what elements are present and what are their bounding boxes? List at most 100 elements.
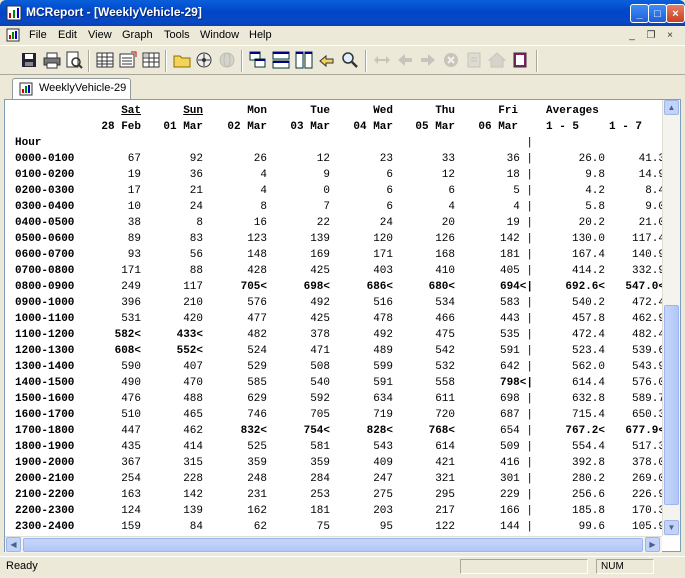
title-bar[interactable]: MCReport - [WeeklyVehicle-29] _ □ × <box>0 0 685 26</box>
table-cell: 130.0 <box>571 233 605 245</box>
table-cell: 359 <box>310 457 330 469</box>
table-cell: 84 <box>189 521 203 533</box>
table-cell: 229 | <box>499 489 533 501</box>
table-cell: 476 <box>121 393 141 405</box>
table-cell: 592 <box>310 393 330 405</box>
app-icon[interactable] <box>6 5 22 21</box>
table-cell: 315 <box>183 457 203 469</box>
table-cell: 24 <box>379 217 393 229</box>
scroll-down-button[interactable]: ▼ <box>664 520 679 535</box>
network-icon[interactable] <box>195 51 213 69</box>
table-cell: 170.3 <box>631 505 665 517</box>
menu-edit[interactable]: Edit <box>58 29 77 41</box>
table-cell: 38 <box>127 217 141 229</box>
table-cell: 144 | <box>499 521 533 533</box>
tab-weeklyvehicle-29[interactable]: WeeklyVehicle-29 <box>12 78 131 99</box>
header-averages: Averages <box>546 105 599 117</box>
cascade-windows-icon[interactable] <box>249 51 267 69</box>
sphere-icon[interactable] <box>218 51 236 69</box>
table-cell: 139 <box>183 505 203 517</box>
table-cell: 767.2< <box>565 425 605 437</box>
menu-file[interactable]: File <box>29 29 47 41</box>
folder-icon[interactable] <box>173 51 191 69</box>
menu-tools[interactable]: Tools <box>164 29 190 41</box>
table-cell: 425 <box>310 265 330 277</box>
table-cell: 162 <box>247 505 267 517</box>
table-row: 1300-1400 590 407 529 508 599 532 642 | 562.0 543… <box>5 361 665 375</box>
menu-window[interactable]: Window <box>200 29 239 41</box>
table-cell: 185.8 <box>571 505 605 517</box>
table-cell: 470 <box>183 377 203 389</box>
print-preview-icon[interactable] <box>65 51 83 69</box>
stop-icon[interactable] <box>442 51 460 69</box>
header-day: Thu <box>435 105 455 117</box>
maximize-button[interactable]: □ <box>648 4 667 23</box>
horizontal-scroll-thumb[interactable] <box>23 538 643 552</box>
table-cell: 123 <box>247 233 267 245</box>
hour-range-label: 0900-1000 <box>15 297 75 309</box>
move-icon[interactable] <box>373 51 391 69</box>
forward-arrow-icon[interactable] <box>419 51 437 69</box>
table-cell: 19 <box>127 169 141 181</box>
report-document[interactable]: Sat Sun Mon Tue Wed Thu Fri Averages 28 … <box>4 99 681 552</box>
horizontal-scrollbar[interactable]: ◀ ▶ <box>5 536 662 553</box>
table-cell: 407 <box>183 361 203 373</box>
child-minimize-button[interactable]: _ <box>624 29 640 43</box>
table-cell: 9.0 <box>645 201 665 213</box>
table-cell: 576.0 <box>631 377 665 389</box>
home-icon[interactable] <box>488 51 506 69</box>
table-cell: 692.6< <box>565 281 605 293</box>
scroll-thumb[interactable] <box>664 305 679 505</box>
back-arrow-icon[interactable] <box>396 51 414 69</box>
child-restore-button[interactable]: ❐ <box>643 29 659 43</box>
table-cell: 36 <box>189 169 203 181</box>
tile-vertical-icon[interactable] <box>295 51 313 69</box>
status-num: NUM <box>596 559 654 574</box>
table-cell: 142 | <box>499 233 533 245</box>
find-icon[interactable] <box>341 51 359 69</box>
table-cell: 543 <box>373 441 393 453</box>
table-icon[interactable] <box>96 51 114 69</box>
return-arrow-icon[interactable] <box>318 51 336 69</box>
table-cell: 642 | <box>499 361 533 373</box>
scroll-left-button[interactable]: ◀ <box>6 537 21 552</box>
grid-icon[interactable] <box>142 51 160 69</box>
header-avg-col: 1 - 5 <box>546 121 580 133</box>
table-row: 1900-2000 367 315 359 359 409 421 416 | 392.8 378… <box>5 457 665 471</box>
toolbar-separator <box>365 50 367 72</box>
table-cell: 705< <box>240 281 267 293</box>
menu-help[interactable]: Help <box>249 29 272 41</box>
print-icon[interactable] <box>43 51 61 69</box>
table-cell: 247 <box>373 473 393 485</box>
table-row: 0600-0700 93 56 148 169 171 168 181 | 167.4 140.9 <box>5 249 665 263</box>
child-close-button[interactable]: × <box>662 29 678 43</box>
table-cell: 524 <box>247 345 267 357</box>
table-cell: 0 <box>323 185 330 197</box>
table-cell: 457.8 <box>571 313 605 325</box>
hour-range-label: 0800-0900 <box>15 281 75 293</box>
vertical-scrollbar[interactable]: ▲ ▼ <box>662 100 680 536</box>
refresh-icon[interactable] <box>465 51 483 69</box>
save-icon[interactable] <box>20 51 38 69</box>
scroll-right-button[interactable]: ▶ <box>645 537 660 552</box>
minimize-button[interactable]: _ <box>630 4 649 23</box>
table-cell: 117.4 <box>631 233 665 245</box>
form-icon[interactable] <box>119 51 137 69</box>
tile-horizontal-icon[interactable] <box>272 51 290 69</box>
hour-range-label: 1600-1700 <box>15 409 75 421</box>
table-cell: 754< <box>303 425 330 437</box>
table-row: 0800-0900 249 117 705< 698< 686< 680< 694<| 692.… <box>5 281 665 295</box>
table-cell: 517.3 <box>631 441 665 453</box>
document-icon[interactable] <box>6 28 20 42</box>
table-row: 2300-2400 159 84 62 75 95 122 144 | 99.6 105.9 <box>5 521 665 535</box>
table-cell: 6 <box>386 185 393 197</box>
book-icon[interactable] <box>511 51 529 69</box>
table-cell: 677.9< <box>625 425 665 437</box>
menu-view[interactable]: View <box>88 29 112 41</box>
menu-graph[interactable]: Graph <box>122 29 153 41</box>
table-cell: 582< <box>114 329 141 341</box>
scroll-up-button[interactable]: ▲ <box>664 100 679 115</box>
table-cell: 10 <box>127 201 141 213</box>
close-button[interactable]: × <box>666 4 685 23</box>
header-date: 02 Mar <box>227 121 267 133</box>
